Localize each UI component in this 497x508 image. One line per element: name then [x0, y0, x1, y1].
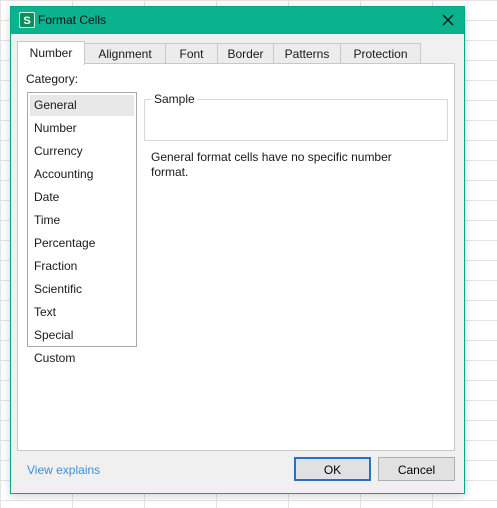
category-item-custom[interactable]: Custom: [30, 348, 134, 369]
close-icon: [442, 14, 454, 26]
sample-box: Sample: [144, 92, 448, 141]
category-item-general[interactable]: General: [30, 95, 134, 116]
category-item-accounting[interactable]: Accounting: [30, 164, 134, 185]
category-list[interactable]: General Number Currency Accounting Date …: [27, 92, 137, 365]
category-label: Category:: [26, 72, 79, 86]
cancel-button[interactable]: Cancel: [378, 457, 455, 481]
category-item-number[interactable]: Number: [30, 118, 134, 139]
format-cells-dialog: S Format Cells Number Alignment Font Bor…: [10, 6, 465, 494]
tab-protection[interactable]: Protection: [340, 43, 421, 64]
category-item-percentage[interactable]: Percentage: [30, 233, 134, 254]
ok-button[interactable]: OK: [294, 457, 371, 481]
tab-patterns[interactable]: Patterns: [273, 43, 341, 64]
tab-font[interactable]: Font: [165, 43, 218, 64]
format-description: General format cells have no specific nu…: [151, 150, 392, 179]
title-bar[interactable]: S Format Cells: [11, 7, 464, 34]
close-button[interactable]: [436, 9, 460, 31]
category-item-time[interactable]: Time: [30, 210, 134, 231]
app-icon: S: [19, 12, 35, 28]
category-item-date[interactable]: Date: [30, 187, 134, 208]
category-item-text[interactable]: Text: [30, 302, 134, 323]
dialog-title: Format Cells: [38, 13, 107, 27]
category-item-currency[interactable]: Currency: [30, 141, 134, 162]
tab-alignment[interactable]: Alignment: [84, 43, 166, 64]
category-item-scientific[interactable]: Scientific: [30, 279, 134, 300]
number-tab-panel: Category: General Number Currency Accoun…: [17, 63, 455, 451]
view-explains-link[interactable]: View explains: [27, 463, 100, 477]
tab-border[interactable]: Border: [217, 43, 274, 64]
category-item-fraction[interactable]: Fraction: [30, 256, 134, 277]
sample-label: Sample: [151, 92, 198, 106]
tab-number[interactable]: Number: [17, 41, 85, 65]
category-item-special[interactable]: Special: [30, 325, 134, 346]
